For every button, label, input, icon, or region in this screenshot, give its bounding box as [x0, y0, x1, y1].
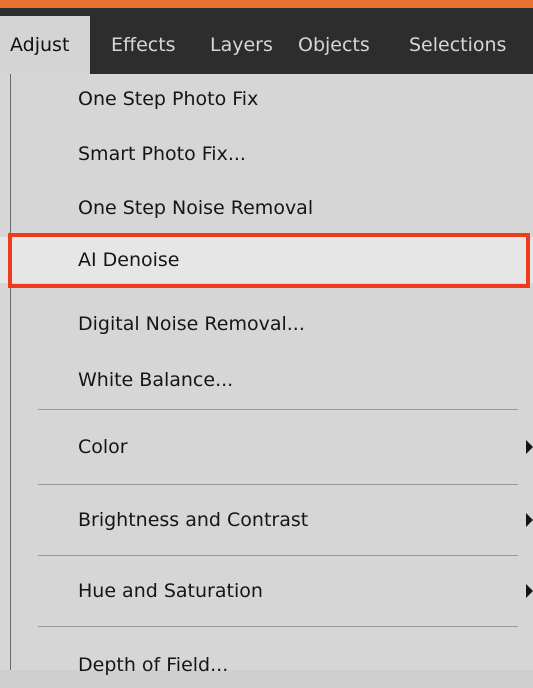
menu-adjust[interactable]: Adjust [0, 16, 90, 74]
menu-item-label: One Step Photo Fix [78, 88, 259, 110]
menu-item-digital-noise-removal[interactable]: Digital Noise Removal... [0, 301, 533, 347]
menu-item-label: Hue and Saturation [78, 580, 263, 602]
menu-selections[interactable]: Selections [409, 16, 506, 74]
menu-item-label: AI Denoise [78, 249, 180, 271]
submenu-arrow-icon [526, 440, 533, 454]
submenu-arrow-icon [526, 513, 533, 527]
menu-item-color[interactable]: Color [0, 424, 533, 470]
submenu-arrow-icon [526, 584, 533, 598]
menu-item-one-step-noise-removal[interactable]: One Step Noise Removal [0, 185, 533, 231]
menu-separator [38, 484, 518, 485]
menu-item-one-step-photo-fix[interactable]: One Step Photo Fix [0, 76, 533, 122]
menu-bar: Adjust Effects Layers Objects Selections [0, 0, 533, 74]
menu-objects[interactable]: Objects [298, 16, 370, 74]
menu-item-label: Color [78, 436, 128, 458]
menu-item-label: Digital Noise Removal... [78, 313, 305, 335]
menu-effects[interactable]: Effects [111, 16, 176, 74]
menu-item-ai-denoise[interactable]: AI Denoise [0, 237, 533, 283]
menu-separator [38, 555, 518, 556]
menu-item-label: Brightness and Contrast [78, 509, 309, 531]
menu-item-label: One Step Noise Removal [78, 197, 314, 219]
menu-separator [38, 409, 518, 410]
menu-separator [38, 626, 518, 627]
menu-item-label: Depth of Field... [78, 654, 229, 676]
adjust-dropdown-menu: One Step Photo Fix Smart Photo Fix... On… [0, 74, 533, 676]
menu-item-label: Smart Photo Fix... [78, 143, 246, 165]
menu-item-label: White Balance... [78, 369, 234, 391]
menu-item-smart-photo-fix[interactable]: Smart Photo Fix... [0, 131, 533, 177]
menu-item-depth-of-field[interactable]: Depth of Field... [0, 642, 533, 688]
menu-layers[interactable]: Layers [210, 16, 273, 74]
menu-item-white-balance[interactable]: White Balance... [0, 357, 533, 403]
menu-item-brightness-and-contrast[interactable]: Brightness and Contrast [0, 497, 533, 543]
menu-item-hue-and-saturation[interactable]: Hue and Saturation [0, 568, 533, 614]
